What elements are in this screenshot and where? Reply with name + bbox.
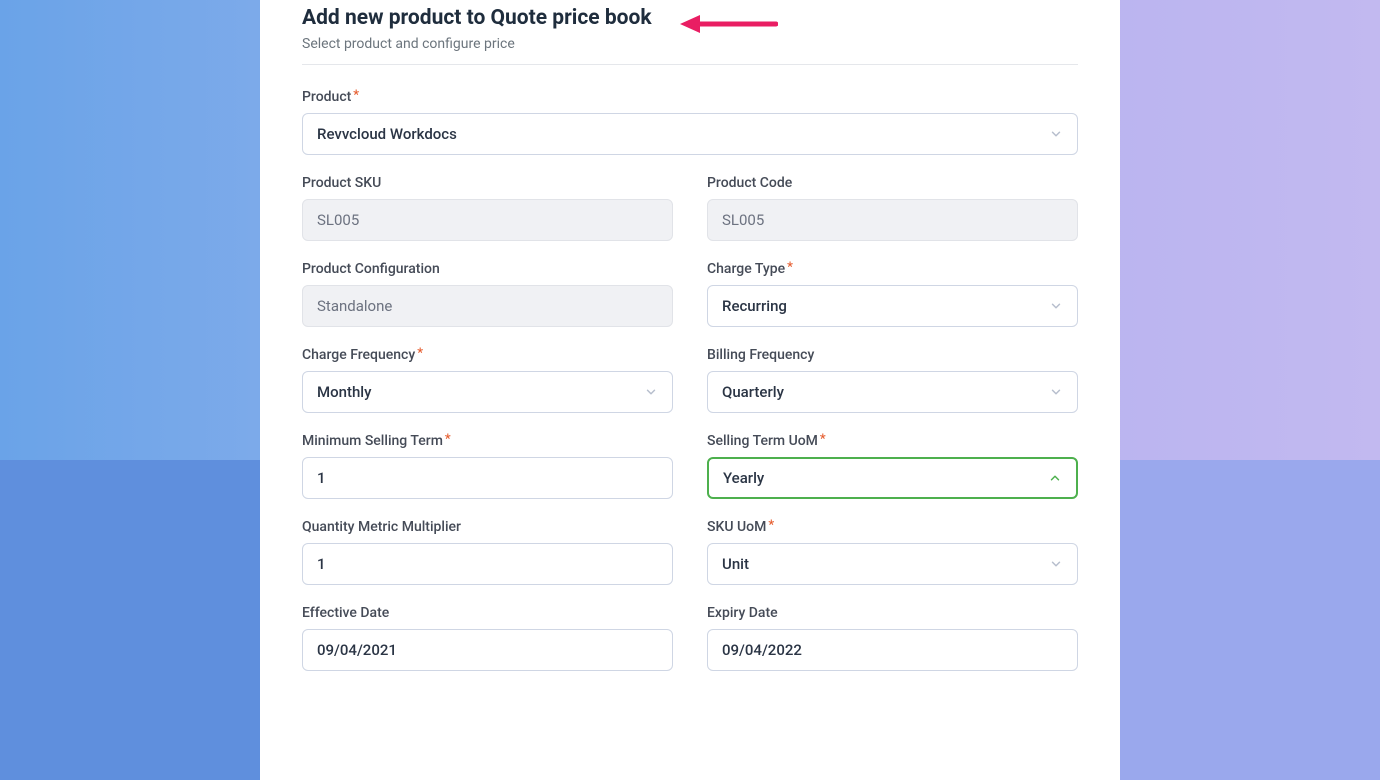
chevron-down-icon (1049, 385, 1063, 399)
field-charge-frequency: Charge Frequency* Monthly (302, 347, 673, 413)
selling-term-uom-select[interactable]: Yearly (707, 457, 1078, 499)
required-icon: * (417, 346, 423, 361)
label-product-sku: Product SKU (302, 175, 673, 191)
chevron-down-icon (1049, 557, 1063, 571)
label-product-code: Product Code (707, 175, 1078, 191)
field-expiry-date: Expiry Date (707, 605, 1078, 671)
annotation-arrow (678, 12, 778, 36)
sku-uom-select[interactable]: Unit (707, 543, 1078, 585)
chevron-down-icon (1049, 127, 1063, 141)
arrow-left-icon (678, 12, 778, 36)
form-panel: Add new product to Quote price book Sele… (260, 0, 1120, 780)
background-block-right (1120, 460, 1380, 780)
qty-metric-multiplier-input[interactable] (302, 543, 673, 585)
label-charge-type: Charge Type* (707, 261, 1078, 277)
product-config-input: Standalone (302, 285, 673, 327)
product-code-input: SL005 (707, 199, 1078, 241)
label-selling-term-uom: Selling Term UoM* (707, 433, 1078, 449)
label-product: Product* (302, 89, 1078, 105)
chevron-up-icon (1048, 471, 1062, 485)
chevron-down-icon (644, 385, 658, 399)
field-min-selling-term: Minimum Selling Term* (302, 433, 673, 499)
label-min-selling-term: Minimum Selling Term* (302, 433, 673, 449)
label-sku-uom: SKU UoM* (707, 519, 1078, 535)
product-form: Product* Revvcloud Workdocs Product SKU … (302, 89, 1078, 671)
label-billing-frequency: Billing Frequency (707, 347, 1078, 363)
required-icon: * (445, 432, 451, 447)
min-selling-term-input[interactable] (302, 457, 673, 499)
required-icon: * (768, 518, 774, 533)
panel-title: Add new product to Quote price book (302, 6, 652, 30)
required-icon: * (820, 432, 826, 447)
panel-subtitle: Select product and configure price (302, 36, 1078, 52)
field-billing-frequency: Billing Frequency Quarterly (707, 347, 1078, 413)
field-charge-type: Charge Type* Recurring (707, 261, 1078, 327)
expiry-date-input[interactable] (707, 629, 1078, 671)
field-product-code: Product Code SL005 (707, 175, 1078, 241)
label-charge-frequency: Charge Frequency* (302, 347, 673, 363)
required-icon: * (787, 260, 793, 275)
charge-frequency-select[interactable]: Monthly (302, 371, 673, 413)
label-effective-date: Effective Date (302, 605, 673, 621)
header-divider (302, 64, 1078, 65)
effective-date-input[interactable] (302, 629, 673, 671)
label-qty-metric-multiplier: Quantity Metric Multiplier (302, 519, 673, 535)
chevron-down-icon (1049, 299, 1063, 313)
field-product-sku: Product SKU SL005 (302, 175, 673, 241)
field-effective-date: Effective Date (302, 605, 673, 671)
billing-frequency-select[interactable]: Quarterly (707, 371, 1078, 413)
background-block-left (0, 460, 260, 780)
field-product: Product* Revvcloud Workdocs (302, 89, 1078, 155)
field-product-config: Product Configuration Standalone (302, 261, 673, 327)
required-icon: * (353, 88, 359, 103)
field-sku-uom: SKU UoM* Unit (707, 519, 1078, 585)
label-expiry-date: Expiry Date (707, 605, 1078, 621)
product-select[interactable]: Revvcloud Workdocs (302, 113, 1078, 155)
field-qty-metric-multiplier: Quantity Metric Multiplier (302, 519, 673, 585)
charge-type-select[interactable]: Recurring (707, 285, 1078, 327)
product-sku-input: SL005 (302, 199, 673, 241)
label-product-config: Product Configuration (302, 261, 673, 277)
field-selling-term-uom: Selling Term UoM* Yearly (707, 433, 1078, 499)
